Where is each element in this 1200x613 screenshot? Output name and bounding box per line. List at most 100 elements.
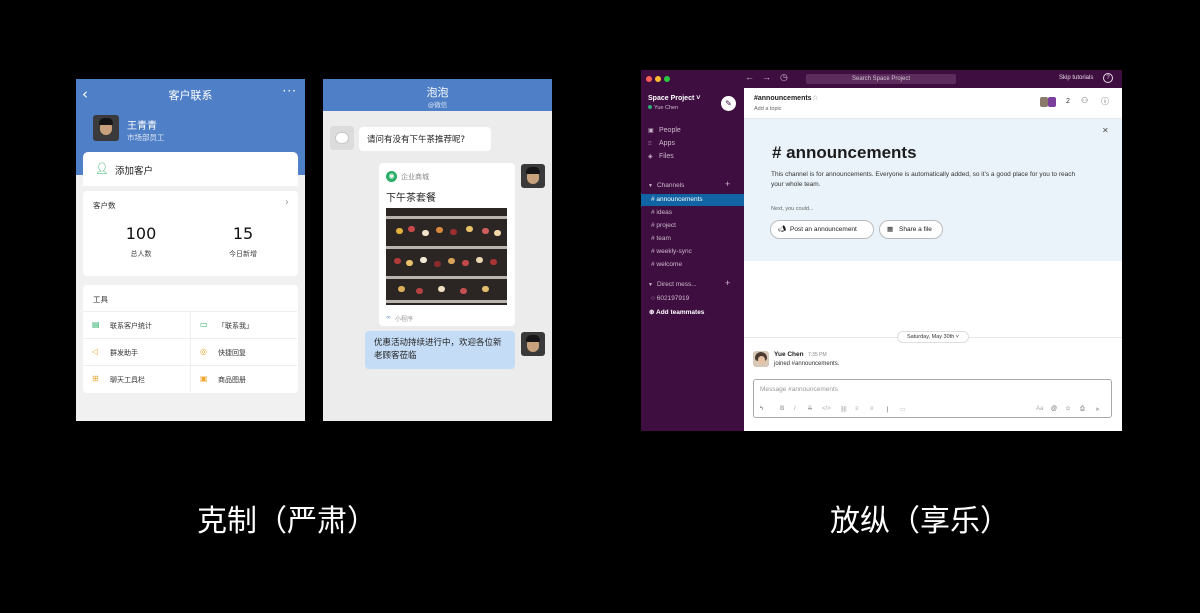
- channel-view: #announcements ☆ Add a topic 2 ⚇ ⓘ ✕ # a…: [744, 88, 1122, 431]
- add-teammates-button[interactable]: ⊕ Add teammates: [649, 308, 704, 316]
- workspace-name[interactable]: Space Project ˅: [648, 95, 700, 102]
- bulleted-list-icon[interactable]: ≡: [870, 406, 874, 412]
- channel-item[interactable]: # team: [641, 233, 744, 245]
- customer-message: 请问有没有下午茶推荐呢?: [359, 127, 491, 151]
- tool-broadcast[interactable]: ◁ 群发助手: [83, 338, 190, 365]
- send-icon[interactable]: ➤: [1095, 406, 1100, 413]
- quote-icon[interactable]: ❙: [885, 406, 890, 413]
- compose-icon[interactable]: ✎: [721, 96, 736, 111]
- user-role: 市场部员工: [127, 133, 165, 142]
- message-text: joined #announcements.: [774, 361, 840, 367]
- channels-section[interactable]: ▼ Channels: [648, 182, 684, 189]
- code-icon[interactable]: </>: [822, 406, 831, 412]
- user-name: 王青青: [127, 121, 157, 132]
- card-title: 下午茶套餐: [386, 193, 436, 204]
- add-dm-icon[interactable]: +: [725, 278, 730, 288]
- channel-item[interactable]: # ideas: [641, 207, 744, 219]
- mention-icon[interactable]: @: [1051, 406, 1057, 412]
- skip-tutorials-link[interactable]: Skip tutorials: [1059, 75, 1093, 81]
- help-icon[interactable]: ?: [1103, 73, 1113, 83]
- more-icon[interactable]: ···: [283, 84, 297, 98]
- add-topic-link[interactable]: Add a topic: [754, 106, 782, 112]
- channel-item[interactable]: # announcements: [641, 194, 744, 206]
- total-label: 总人数: [130, 250, 152, 258]
- text-format-icon[interactable]: Aa: [1036, 406, 1043, 412]
- close-dot[interactable]: [646, 76, 652, 82]
- mini-program-card[interactable]: ◉ 企业商城 下午茶套餐 ∞ 小程序: [379, 163, 515, 326]
- italic-icon[interactable]: I: [794, 406, 796, 412]
- sidebar: Space Project ˅ Yue Chen ✎ ▣ People ⁝⁝ App…: [641, 88, 744, 431]
- forward-arrow-icon[interactable]: →: [762, 72, 771, 82]
- left-caption: 克制（严肃）: [197, 504, 377, 539]
- bold-icon[interactable]: B: [780, 406, 784, 412]
- channel-item[interactable]: # weekly-sync: [641, 246, 744, 258]
- member-avatar[interactable]: [1040, 97, 1048, 107]
- agent-avatar[interactable]: [521, 332, 545, 356]
- message-composer[interactable]: Message #announcements ϟ B I S </> ⛓ ≡ ≡…: [753, 379, 1112, 418]
- add-customer-button[interactable]: 👤︎ 添加客户: [83, 152, 298, 186]
- search-input[interactable]: Search Space Project: [806, 74, 956, 84]
- avatar[interactable]: [753, 351, 769, 367]
- agent-avatar[interactable]: [521, 164, 545, 188]
- tool-label: 群发助手: [110, 349, 138, 357]
- zoom-dot[interactable]: [664, 76, 670, 82]
- emoji-icon[interactable]: ☺: [1065, 406, 1071, 412]
- strikethrough-icon[interactable]: S: [808, 406, 812, 412]
- add-channel-icon[interactable]: +: [725, 179, 730, 189]
- history-icon[interactable]: ◷: [780, 72, 788, 83]
- tool-quick-reply[interactable]: ◎ 快捷回复: [190, 338, 297, 365]
- tools-card: 工具 ▤ 联系客户统计 ▭ 「联系我」 ◁ 群发助手 ◎ 快捷回复 ⊞ 聊天工具…: [83, 285, 298, 393]
- info-icon[interactable]: ⓘ: [1101, 96, 1109, 107]
- channel-name[interactable]: #announcements: [754, 95, 812, 102]
- chevron-right-icon: ›: [285, 197, 289, 208]
- member-avatar[interactable]: [1048, 97, 1056, 107]
- sidebar-item-apps[interactable]: ⁝⁝ Apps: [648, 140, 675, 147]
- date-pill[interactable]: Saturday, May 30th ˅: [897, 331, 969, 343]
- minimize-dot[interactable]: [655, 76, 661, 82]
- customer-avatar[interactable]: [330, 126, 354, 150]
- close-icon[interactable]: ✕: [1102, 126, 1109, 135]
- post-announcement-button[interactable]: 📣︎ Post an announcement: [770, 220, 874, 239]
- link-icon: ∞: [386, 314, 391, 321]
- tool-contact-stats[interactable]: ▤ 联系客户统计: [83, 311, 190, 338]
- add-member-icon[interactable]: ⚇: [1081, 96, 1088, 105]
- sidebar-item-files[interactable]: ◈ Files: [648, 153, 674, 160]
- shop-icon: ◉: [386, 171, 397, 182]
- chat-title: 泡泡: [426, 86, 449, 99]
- agent-message: 优惠活动持续进行中，欢迎各位新老顾客莅临: [365, 331, 515, 369]
- channel-item[interactable]: # project: [641, 220, 744, 232]
- lightning-icon[interactable]: ϟ: [760, 406, 763, 412]
- total-count: 100: [125, 224, 157, 243]
- chat-icon: ▭: [200, 320, 208, 329]
- attach-icon[interactable]: ⎙: [1080, 406, 1085, 413]
- message-input[interactable]: Message #announcements: [760, 386, 838, 393]
- tool-label: 「联系我」: [218, 322, 253, 330]
- star-icon[interactable]: ☆: [812, 94, 818, 102]
- channel-item[interactable]: # welcome: [641, 259, 744, 271]
- direct-messages-section[interactable]: ▼ Direct mess...: [648, 281, 697, 288]
- tool-contact-me[interactable]: ▭ 「联系我」: [190, 311, 297, 338]
- sidebar-item-people[interactable]: ▣ People: [648, 127, 681, 134]
- chat-screen: 泡泡 @微信 请问有没有下午茶推荐呢? ◉ 企业商城 下午茶套餐 ∞ 小程序 优…: [323, 79, 552, 421]
- chat-subtitle: @微信: [427, 101, 448, 109]
- chat-header: 泡泡 @微信: [323, 79, 552, 111]
- tool-chat-toolbar[interactable]: ⊞ 聊天工具栏: [83, 365, 190, 392]
- next-steps-label: Next, you could...: [771, 206, 814, 212]
- share-file-button[interactable]: ▦ Share a file: [879, 220, 943, 239]
- page-title: 客户联系: [168, 89, 213, 102]
- message-time[interactable]: 7:35 PM: [808, 352, 827, 358]
- link-icon[interactable]: ⛓: [840, 406, 848, 413]
- message-author[interactable]: Yue Chen: [774, 351, 804, 358]
- tool-label: 聊天工具栏: [110, 376, 145, 384]
- tool-product-album[interactable]: ▣ 商品图册: [190, 365, 297, 392]
- toolbar-icon: ⊞: [92, 374, 99, 383]
- add-person-icon: 👤︎: [95, 162, 109, 175]
- ordered-list-icon[interactable]: ≡: [855, 406, 859, 412]
- customer-count-card[interactable]: 客户数 › 100 总人数 15 今日新增: [83, 191, 298, 276]
- member-count[interactable]: 2: [1066, 98, 1070, 105]
- code-block-icon[interactable]: ▭: [900, 406, 906, 413]
- title-bar: ← → ◷ Search Space Project Skip tutorial…: [641, 70, 1122, 88]
- back-arrow-icon[interactable]: ←: [745, 72, 754, 82]
- dm-item[interactable]: ○ 602197919: [651, 295, 689, 302]
- tool-label: 快捷回复: [218, 349, 246, 357]
